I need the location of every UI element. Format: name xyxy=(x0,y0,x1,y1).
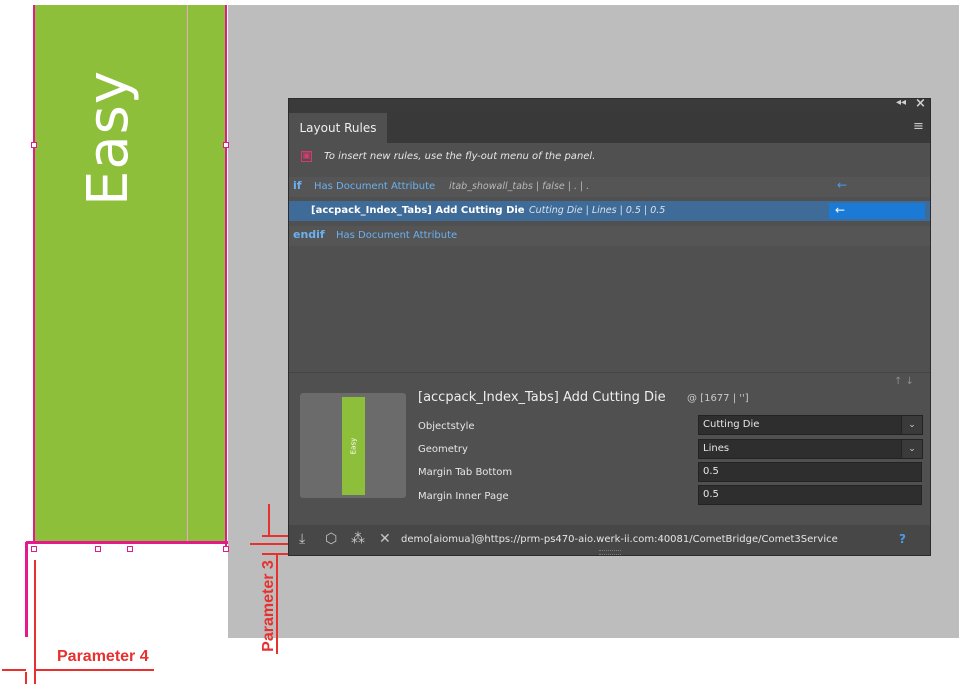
rule-row-endif[interactable]: endif Has Document Attribute xyxy=(289,226,930,246)
close-icon[interactable]: ✕ xyxy=(379,531,391,547)
if-keyword: if xyxy=(293,179,302,192)
objectstyle-select[interactable]: Cutting Die xyxy=(698,415,922,435)
selection-handle[interactable] xyxy=(31,546,37,552)
if-condition: Has Document Attribute xyxy=(314,181,436,192)
geometry-select[interactable]: Lines xyxy=(698,439,922,459)
preview-tab-text: Easy xyxy=(349,437,358,455)
frame-edge-left xyxy=(33,5,35,543)
page-guide xyxy=(187,5,188,543)
param3-arrow-top xyxy=(268,504,270,536)
cube-icon[interactable]: ⬡ xyxy=(325,531,337,547)
rule-row-selected[interactable]: [accpack_Index_Tabs] Add Cutting Die Cut… xyxy=(289,201,930,221)
param3-tick-top xyxy=(262,535,290,537)
rule-args: Cutting Die | Lines | 0.5 | 0.5 xyxy=(529,205,666,216)
panel-tab-bar: Layout Rules ≡ xyxy=(289,113,930,143)
selection-handle[interactable] xyxy=(223,142,229,148)
move-up-down-icon[interactable]: ↑ ↓ xyxy=(894,376,914,387)
if-args: itab_showall_tabs | false | . | . xyxy=(449,181,590,192)
tab-layout-rules[interactable]: Layout Rules xyxy=(289,113,387,143)
param4-arrow-left xyxy=(2,669,26,671)
chevron-down-icon[interactable]: ⌄ xyxy=(901,439,923,459)
tab-label-text: Easy xyxy=(76,70,141,207)
detail-title: [accpack_Index_Tabs] Add Cutting Die xyxy=(418,390,666,405)
cutting-die-bottom xyxy=(26,541,228,544)
param-label-margin-inner-page: Margin Inner Page xyxy=(418,491,509,502)
connection-status: demo[aiomua]@https://prm-ps470-aio.werk-… xyxy=(401,534,838,545)
rule-preview: Easy xyxy=(300,393,406,498)
resize-grip[interactable] xyxy=(599,550,621,555)
hint-text: To insert new rules, use the fly-out men… xyxy=(324,151,596,162)
panel-title-bar[interactable]: ◂◂ × xyxy=(289,96,930,113)
parameter4-label: Parameter 4 xyxy=(57,648,149,665)
param4-arrow-right xyxy=(36,669,154,671)
endif-condition: Has Document Attribute xyxy=(336,230,458,241)
layout-rules-panel[interactable]: ◂◂ × Layout Rules ≡ ▣ To insert new rule… xyxy=(288,96,931,556)
panel-divider xyxy=(289,372,930,373)
download-icon[interactable]: ⤓ xyxy=(299,531,305,547)
collapse-icon[interactable]: ◂◂ xyxy=(896,97,906,108)
rule-row-if[interactable]: if Has Document Attribute itab_showall_t… xyxy=(289,177,930,197)
param4-tick-left xyxy=(25,672,27,684)
detail-location: @ [1677 | ''] xyxy=(687,393,749,404)
param-label-margin-tab-bottom: Margin Tab Bottom xyxy=(418,467,513,478)
help-icon[interactable]: ? xyxy=(899,532,906,546)
preview-tab: Easy xyxy=(342,397,365,495)
param4-tick-right xyxy=(34,560,36,684)
param-label-geometry: Geometry xyxy=(418,444,468,455)
margin-tab-bottom-input[interactable]: 0.5 xyxy=(698,462,922,482)
param-label-objectstyle: Objectstyle xyxy=(418,421,475,432)
margin-inner-page-input[interactable]: 0.5 xyxy=(698,485,922,505)
flyout-menu-icon[interactable]: ≡ xyxy=(913,119,924,134)
rule-name: [accpack_Index_Tabs] Add Cutting Die xyxy=(311,205,525,216)
arrow-left-icon[interactable]: ← xyxy=(837,178,847,192)
rule-target-box[interactable]: ← xyxy=(829,203,925,219)
selection-handle[interactable] xyxy=(95,546,101,552)
cutting-die-left xyxy=(25,542,28,637)
endif-keyword: endif xyxy=(293,228,325,241)
close-icon[interactable]: × xyxy=(915,96,926,111)
info-icon: ▣ xyxy=(301,151,312,162)
parameter3-label: Parameter 3 xyxy=(260,560,277,652)
magic-wand-icon[interactable]: ⁂ xyxy=(351,531,365,547)
frame-edge-right xyxy=(225,5,227,550)
param3-tick-mid xyxy=(250,543,290,545)
selection-handle[interactable] xyxy=(31,142,37,148)
selection-handle[interactable] xyxy=(127,546,133,552)
chevron-down-icon[interactable]: ⌄ xyxy=(901,415,923,435)
panel-footer: ⤓ ⬡ ⁂ ✕ demo[aiomua]@https://prm-ps470-a… xyxy=(289,525,930,555)
arrow-left-icon: ← xyxy=(835,203,846,217)
selection-handle[interactable] xyxy=(223,546,229,552)
